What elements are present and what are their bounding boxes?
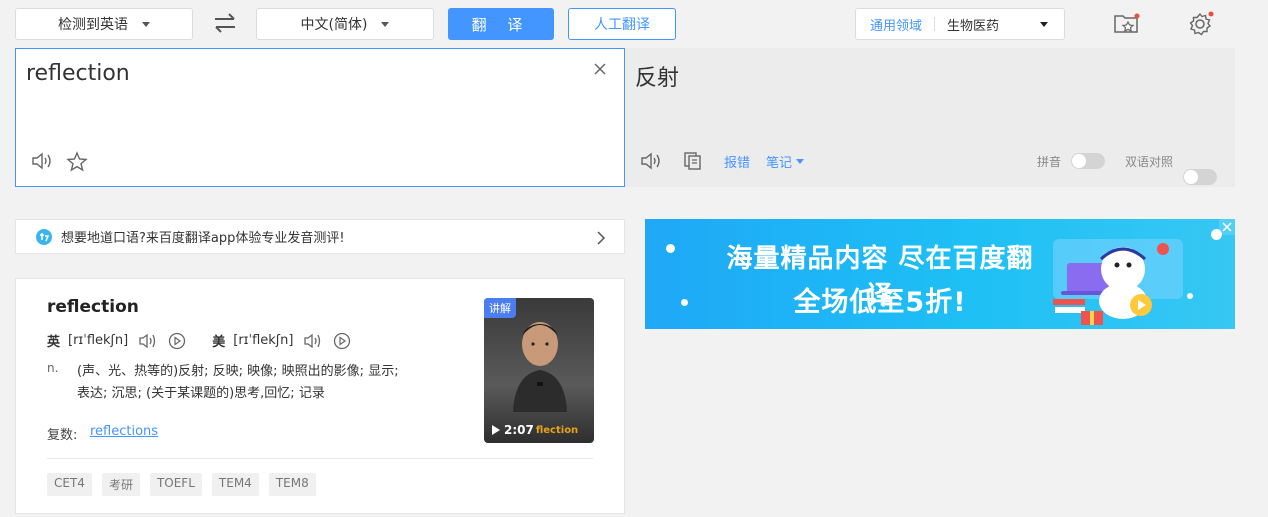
bilingual-label: 双语对照 bbox=[1125, 155, 1174, 169]
uk-play-record-icon[interactable] bbox=[168, 332, 186, 350]
video-thumbnail[interactable]: 讲解 2:07 flection bbox=[484, 298, 594, 443]
divider bbox=[47, 458, 593, 459]
exam-tag[interactable]: TEM8 bbox=[268, 473, 316, 496]
source-language-label: 检测到英语 bbox=[58, 17, 128, 33]
domain-value: 生物医药 bbox=[947, 18, 1000, 34]
exam-tag[interactable]: 考研 bbox=[101, 473, 140, 496]
chevron-down-icon bbox=[381, 21, 390, 27]
translate-button[interactable]: 翻 译 bbox=[448, 8, 554, 40]
translation-output-panel: 反射 报错 笔记 拼音 双语对照 bbox=[625, 48, 1235, 187]
us-play-record-icon[interactable] bbox=[333, 332, 351, 350]
definition-line-2: 表达; 沉思; (关于某课题的)思考,回忆; 记录 bbox=[77, 386, 325, 401]
us-phonetic: [rɪˈflekʃn] bbox=[233, 333, 294, 348]
video-duration-row: 2:07 flection bbox=[492, 423, 578, 437]
exam-tag[interactable]: TOEFL bbox=[149, 473, 202, 496]
baidu-translate-app-icon bbox=[35, 228, 53, 246]
source-language-select[interactable]: 检测到英语 bbox=[15, 8, 193, 40]
copy-icon[interactable] bbox=[683, 151, 703, 171]
dictionary-card: reflection 英 [rɪˈflekʃn] 美 [rɪˈflekʃn] n… bbox=[15, 278, 625, 514]
mascot-laptop-illustration bbox=[1043, 229, 1203, 327]
video-duration: 2:07 bbox=[504, 423, 534, 437]
promo-text: 想要地道口语?来百度翻译app体验专业发音测评! bbox=[61, 231, 345, 246]
notes-dropdown[interactable]: 笔记 bbox=[766, 152, 805, 171]
chevron-down-icon bbox=[1040, 21, 1048, 27]
notes-label: 笔记 bbox=[766, 156, 793, 171]
source-text-panel[interactable]: reflection bbox=[15, 48, 625, 187]
domain-select[interactable]: 通用领域 生物医药 bbox=[855, 8, 1065, 40]
chevron-down-icon bbox=[796, 159, 805, 164]
part-of-speech: n. bbox=[47, 361, 59, 375]
speaker-icon[interactable] bbox=[30, 151, 54, 171]
video-caption: flection bbox=[535, 424, 579, 436]
app-promo-bar[interactable]: 想要地道口语?来百度翻译app体验专业发音测评! bbox=[15, 219, 625, 254]
human-translate-button[interactable]: 人工翻译 bbox=[568, 8, 676, 40]
chevron-down-icon bbox=[142, 21, 150, 27]
decoration-dot bbox=[681, 299, 688, 306]
clear-close-icon[interactable] bbox=[592, 61, 608, 77]
definition-line-1: (声、光、热等的)反射; 反映; 映像; 映照出的影像; 显示; bbox=[77, 364, 399, 379]
plural-link[interactable]: reflections bbox=[90, 424, 158, 439]
star-favorite-icon[interactable] bbox=[66, 151, 88, 173]
ad-subheadline: 全场低至5折! bbox=[793, 287, 967, 318]
presenter-image bbox=[513, 322, 567, 412]
domain-label: 通用领域 bbox=[870, 18, 923, 34]
translation-text: 反射 bbox=[635, 66, 680, 91]
favorites-folder-icon[interactable] bbox=[1113, 12, 1141, 36]
report-error-link[interactable]: 报错 bbox=[724, 152, 750, 171]
ad-banner[interactable]: 海量精品内容 尽在百度翻译 全场低至5折! bbox=[645, 219, 1235, 329]
decoration-dot bbox=[666, 244, 675, 253]
target-language-select[interactable]: 中文(简体) bbox=[256, 8, 434, 40]
exam-tag[interactable]: TEM4 bbox=[211, 473, 259, 496]
pronunciation-row: 英 [rɪˈflekʃn] 美 [rɪˈflekʃn] bbox=[47, 331, 351, 350]
target-language-label: 中文(简体) bbox=[300, 17, 368, 33]
pinyin-label: 拼音 bbox=[1037, 155, 1062, 169]
pinyin-toggle[interactable] bbox=[1071, 153, 1105, 169]
play-icon bbox=[492, 425, 500, 435]
exam-tags: CET4 考研 TOEFL TEM4 TEM8 bbox=[47, 473, 326, 496]
speaker-icon[interactable] bbox=[639, 151, 663, 171]
divider bbox=[934, 17, 936, 31]
swap-languages-icon[interactable] bbox=[212, 12, 238, 34]
exam-tag[interactable]: CET4 bbox=[47, 473, 92, 496]
source-text-input[interactable]: reflection bbox=[26, 61, 130, 86]
settings-gear-icon[interactable] bbox=[1187, 10, 1215, 38]
uk-phonetic: [rɪˈflekʃn] bbox=[68, 333, 129, 348]
uk-label: 英 bbox=[47, 335, 61, 350]
chevron-right-icon bbox=[596, 230, 606, 245]
us-label: 美 bbox=[212, 335, 226, 350]
uk-speaker-icon[interactable] bbox=[138, 332, 158, 350]
ad-close-icon[interactable] bbox=[1219, 219, 1235, 235]
plural-label: 复数: bbox=[47, 428, 78, 443]
us-speaker-icon[interactable] bbox=[303, 332, 323, 350]
bilingual-toggle[interactable] bbox=[1183, 169, 1217, 185]
dictionary-word: reflection bbox=[47, 297, 139, 317]
